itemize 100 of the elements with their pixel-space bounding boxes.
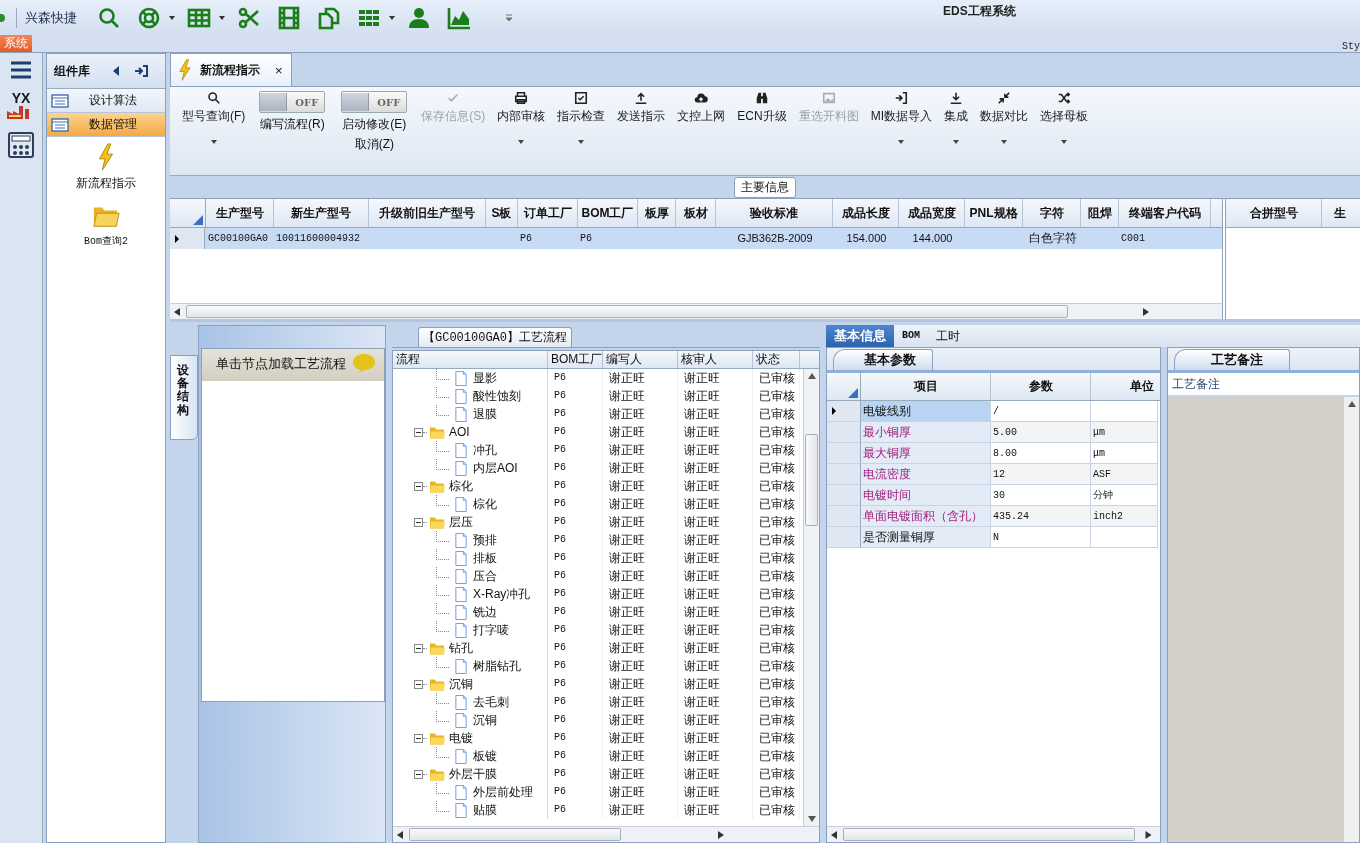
column-header[interactable]: S板 bbox=[486, 199, 518, 227]
column-header[interactable]: 合拼型号 bbox=[1226, 199, 1322, 227]
row-header[interactable] bbox=[827, 401, 861, 422]
close-button[interactable]: × bbox=[275, 62, 283, 78]
horizontal-scrollbar[interactable] bbox=[827, 826, 1160, 842]
column-header[interactable]: 终端客户代码 bbox=[1119, 199, 1211, 227]
tree-node[interactable]: X-Ray冲孔 bbox=[473, 585, 531, 603]
detail-tab[interactable]: BOM bbox=[894, 325, 928, 347]
vertical-tab[interactable]: 设备结构 bbox=[170, 355, 198, 440]
tree-node[interactable]: 沉铜 bbox=[449, 675, 473, 693]
collapse-toggle-icon[interactable] bbox=[414, 733, 423, 743]
tree-node[interactable]: 压合 bbox=[473, 567, 497, 585]
column-header[interactable]: 新生产型号 bbox=[274, 199, 369, 227]
tree-node[interactable]: 层压 bbox=[449, 513, 473, 531]
column-header[interactable]: 编写人 bbox=[603, 351, 678, 368]
factory-logo[interactable]: YX bbox=[4, 91, 38, 119]
tree-node[interactable]: 钻孔 bbox=[449, 639, 473, 657]
column-header[interactable]: 升级前旧生产型号 bbox=[369, 199, 486, 227]
column-header[interactable]: 生 bbox=[1322, 199, 1352, 227]
tree-node[interactable]: 冲孔 bbox=[473, 441, 497, 459]
panel-tab[interactable]: 基本参数 bbox=[833, 349, 933, 370]
grid-row[interactable]: 最大铜厚 8.00 μm bbox=[827, 443, 1160, 464]
toolbar-button[interactable]: 数据对比 bbox=[974, 91, 1034, 153]
toggle-switch[interactable]: OFF bbox=[341, 91, 408, 113]
row-header[interactable] bbox=[170, 228, 205, 249]
tree-node[interactable]: 铣边 bbox=[473, 603, 497, 621]
vertical-scrollbar[interactable] bbox=[803, 369, 819, 826]
toolbar-button[interactable]: 发送指示 bbox=[611, 91, 672, 153]
collapse-toggle-icon[interactable] bbox=[414, 427, 423, 437]
tree-node[interactable]: 退膜 bbox=[473, 405, 497, 423]
toolbar-button[interactable]: 集成 bbox=[938, 91, 974, 153]
collapse-toggle-icon[interactable] bbox=[414, 517, 423, 527]
column-header[interactable]: 流程 bbox=[393, 351, 548, 368]
customize-menu-icon[interactable] bbox=[505, 13, 513, 22]
toggle-switch[interactable]: OFF bbox=[259, 91, 326, 113]
tree-node[interactable]: 板镀 bbox=[473, 747, 497, 765]
corner-triangle-icon[interactable] bbox=[193, 215, 203, 225]
grid-row[interactable]: 单面电镀面积（含孔） 435.24 inch2 bbox=[827, 506, 1160, 527]
tree-node[interactable]: 贴膜 bbox=[473, 801, 497, 819]
column-header[interactable]: 单位 bbox=[1091, 373, 1158, 400]
scroll-left-icon[interactable] bbox=[831, 830, 837, 839]
tree-node[interactable]: 酸性蚀刻 bbox=[473, 387, 521, 405]
tree-node[interactable]: AOI bbox=[449, 423, 470, 441]
tree-node[interactable]: 树脂钻孔 bbox=[473, 657, 521, 675]
toolbar-button[interactable]: 文控上网 bbox=[671, 91, 732, 153]
column-header[interactable]: BOM工厂 bbox=[578, 199, 638, 227]
detail-tab[interactable]: 基本信息 bbox=[826, 325, 894, 347]
grid-row[interactable]: GC00100GA0 10011600004932 P6 P6 GJB362B-2009 154.000 144.000 白色字符 C001 bbox=[170, 228, 1222, 249]
collapse-toggle-icon[interactable] bbox=[414, 679, 423, 689]
scroll-up-icon[interactable] bbox=[1347, 401, 1356, 407]
column-header[interactable]: BOM工厂 bbox=[548, 351, 603, 368]
tree-node[interactable]: 棕化 bbox=[449, 477, 473, 495]
scroll-left-icon[interactable] bbox=[397, 830, 403, 839]
column-header[interactable]: PNL规格 bbox=[965, 199, 1023, 227]
tree-node[interactable]: 电镀 bbox=[449, 729, 473, 747]
column-header[interactable]: 阻焊 bbox=[1081, 199, 1119, 227]
collapse-toggle-icon[interactable] bbox=[414, 769, 423, 779]
grid-row[interactable]: 是否测量铜厚 N bbox=[827, 527, 1160, 548]
pin-icon[interactable] bbox=[134, 65, 148, 77]
menu-icon[interactable] bbox=[10, 61, 32, 79]
toolbar-button[interactable]: 指示检查 bbox=[551, 91, 612, 153]
grid-row[interactable]: 电镀时间 30 分钟 bbox=[827, 485, 1160, 506]
component-tool[interactable]: Bom查询2 bbox=[84, 202, 128, 248]
tree-node[interactable]: 外层干膜 bbox=[449, 765, 497, 783]
horizontal-scrollbar[interactable] bbox=[393, 826, 819, 842]
tree-node[interactable]: 沉铜 bbox=[473, 711, 497, 729]
tree-node[interactable]: 打字唛 bbox=[473, 621, 509, 639]
component-group[interactable]: 数据管理 bbox=[47, 113, 165, 137]
scroll-up-icon[interactable] bbox=[807, 373, 816, 379]
grid-row[interactable]: 最小铜厚 5.00 μm bbox=[827, 422, 1160, 443]
toolbar-button[interactable]: 型号查询(F) bbox=[176, 91, 252, 153]
grid-row[interactable]: 电镀线别 / bbox=[827, 401, 1160, 422]
toolbar-button[interactable]: 内部审核 bbox=[491, 91, 552, 153]
column-header[interactable]: 核审人 bbox=[678, 351, 753, 368]
notes-field[interactable] bbox=[1168, 397, 1359, 842]
tree-node[interactable]: 排板 bbox=[473, 549, 497, 567]
cancel-button[interactable]: 取消(Z) bbox=[354, 136, 394, 153]
column-header[interactable]: 字符 bbox=[1023, 199, 1081, 227]
component-tool[interactable]: 新流程指示 bbox=[76, 143, 136, 192]
detail-tab[interactable]: 工时 bbox=[928, 325, 968, 347]
column-header[interactable]: 项目 bbox=[861, 373, 991, 400]
column-header[interactable]: 订单工厂 bbox=[518, 199, 578, 227]
column-header[interactable]: 板厚 bbox=[638, 199, 676, 227]
panel-tab[interactable]: 工艺备注 bbox=[1174, 349, 1290, 370]
horizontal-scrollbar[interactable] bbox=[170, 303, 1222, 319]
column-header[interactable]: 生产型号 bbox=[206, 199, 274, 227]
tree-node[interactable]: 去毛刺 bbox=[473, 693, 509, 711]
tree-node[interactable]: 显影 bbox=[473, 369, 497, 387]
collapse-toggle-icon[interactable] bbox=[414, 643, 423, 653]
tree-node[interactable]: 外层前处理 bbox=[473, 783, 533, 801]
column-header[interactable]: 成品宽度 bbox=[899, 199, 965, 227]
tree-node[interactable]: 内层AOI bbox=[473, 459, 518, 477]
toolbar-button[interactable]: 选择母板 bbox=[1034, 91, 1094, 153]
document-tab[interactable]: 新流程指示 × bbox=[170, 53, 292, 86]
calculator-icon[interactable] bbox=[7, 131, 35, 159]
column-header[interactable]: 状态 bbox=[753, 351, 800, 368]
scroll-left-icon[interactable] bbox=[174, 307, 180, 316]
grid-row[interactable]: 电流密度 12 ASF bbox=[827, 464, 1160, 485]
column-header[interactable]: 成品长度 bbox=[833, 199, 899, 227]
toolbar-button[interactable]: MI数据导入 bbox=[864, 91, 938, 153]
